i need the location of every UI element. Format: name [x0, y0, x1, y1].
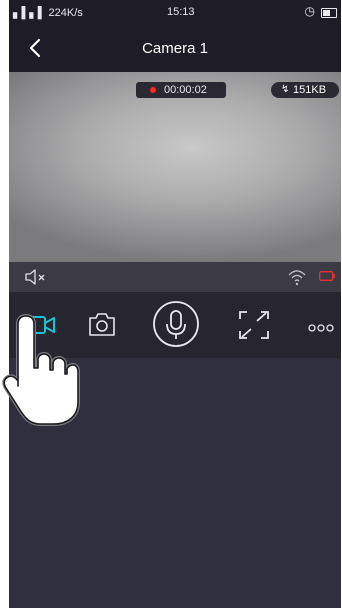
- lightning-icon: ↯: [281, 84, 290, 95]
- camera-snapshot-icon: [89, 313, 115, 336]
- fullscreen-icon: [239, 311, 269, 339]
- data-size-text: 151KB: [293, 84, 327, 96]
- recording-indicator: 00:00:02: [136, 82, 226, 98]
- snapshot-button[interactable]: [87, 310, 117, 338]
- mute-button[interactable]: [23, 268, 49, 286]
- header-bar: Camera 1: [9, 26, 341, 72]
- battery-low-icon: [319, 271, 335, 281]
- record-video-button[interactable]: [23, 312, 57, 338]
- battery-icon: [321, 8, 337, 18]
- camera-video-feed[interactable]: 00:00:02 ↯ 151KB: [9, 72, 341, 262]
- talk-microphone-button[interactable]: [152, 300, 200, 348]
- control-toolbar: [9, 292, 341, 358]
- phone-screen: ▖▌▖▌ 224K/s 15:13 ◷ Camera 1 00:00:02 ↯ …: [9, 0, 341, 608]
- recording-time: 00:00:02: [164, 84, 207, 96]
- fullscreen-button[interactable]: [237, 309, 271, 341]
- content-area: [9, 358, 341, 608]
- status-time: 15:13: [167, 6, 195, 18]
- status-bar: ▖▌▖▌ 224K/s 15:13 ◷: [9, 0, 341, 26]
- more-button[interactable]: [307, 320, 337, 332]
- data-size-badge: ↯ 151KB: [271, 82, 339, 98]
- speaker-muted-icon: [25, 269, 45, 285]
- video-record-icon: [24, 316, 55, 334]
- recording-dot: [150, 87, 156, 93]
- alarm-icon: ◷: [304, 4, 315, 18]
- camera-info-strip: [9, 262, 341, 292]
- microphone-icon: [153, 301, 199, 347]
- wifi-icon: [288, 270, 306, 286]
- signal-and-speed: ▖▌▖▌ 224K/s: [13, 7, 83, 19]
- page-title: Camera 1: [142, 40, 208, 57]
- more-icon: [308, 324, 334, 332]
